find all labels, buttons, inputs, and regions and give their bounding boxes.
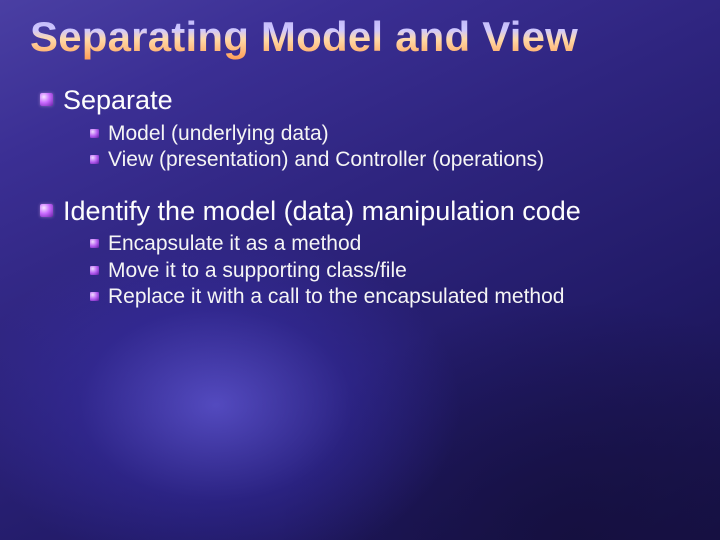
bullet-icon (90, 239, 99, 248)
bullet-icon (90, 129, 99, 138)
list-item-row: Separate (40, 84, 690, 116)
slide-title: Separating Model and View (30, 14, 690, 60)
sub-list: Encapsulate it as a method Move it to a … (40, 231, 690, 310)
bullet-icon (90, 266, 99, 275)
bullet-list: Separate Model (underlying data) View (p… (30, 84, 690, 310)
sub-list: Model (underlying data) View (presentati… (40, 121, 690, 173)
bullet-icon (40, 204, 53, 217)
sub-list-item: Move it to a supporting class/file (90, 258, 690, 284)
sub-list-item: Replace it with a call to the encapsulat… (90, 284, 690, 310)
sub-list-item-text: Move it to a supporting class/file (108, 258, 407, 284)
sub-list-item-text: Model (underlying data) (108, 121, 329, 147)
bullet-icon (40, 93, 53, 106)
list-item: Separate Model (underlying data) View (p… (40, 84, 690, 173)
list-item-text: Identify the model (data) manipulation c… (63, 195, 581, 227)
sub-list-item: View (presentation) and Controller (oper… (90, 147, 690, 173)
slide: Separating Model and View Separate Model… (0, 0, 720, 540)
sub-list-item-text: Replace it with a call to the encapsulat… (108, 284, 564, 310)
list-item-row: Identify the model (data) manipulation c… (40, 195, 690, 227)
bullet-icon (90, 155, 99, 164)
sub-list-item: Encapsulate it as a method (90, 231, 690, 257)
sub-list-item-text: Encapsulate it as a method (108, 231, 361, 257)
sub-list-item: Model (underlying data) (90, 121, 690, 147)
list-item-text: Separate (63, 84, 173, 116)
sub-list-item-text: View (presentation) and Controller (oper… (108, 147, 544, 173)
bullet-icon (90, 292, 99, 301)
list-item: Identify the model (data) manipulation c… (40, 195, 690, 310)
